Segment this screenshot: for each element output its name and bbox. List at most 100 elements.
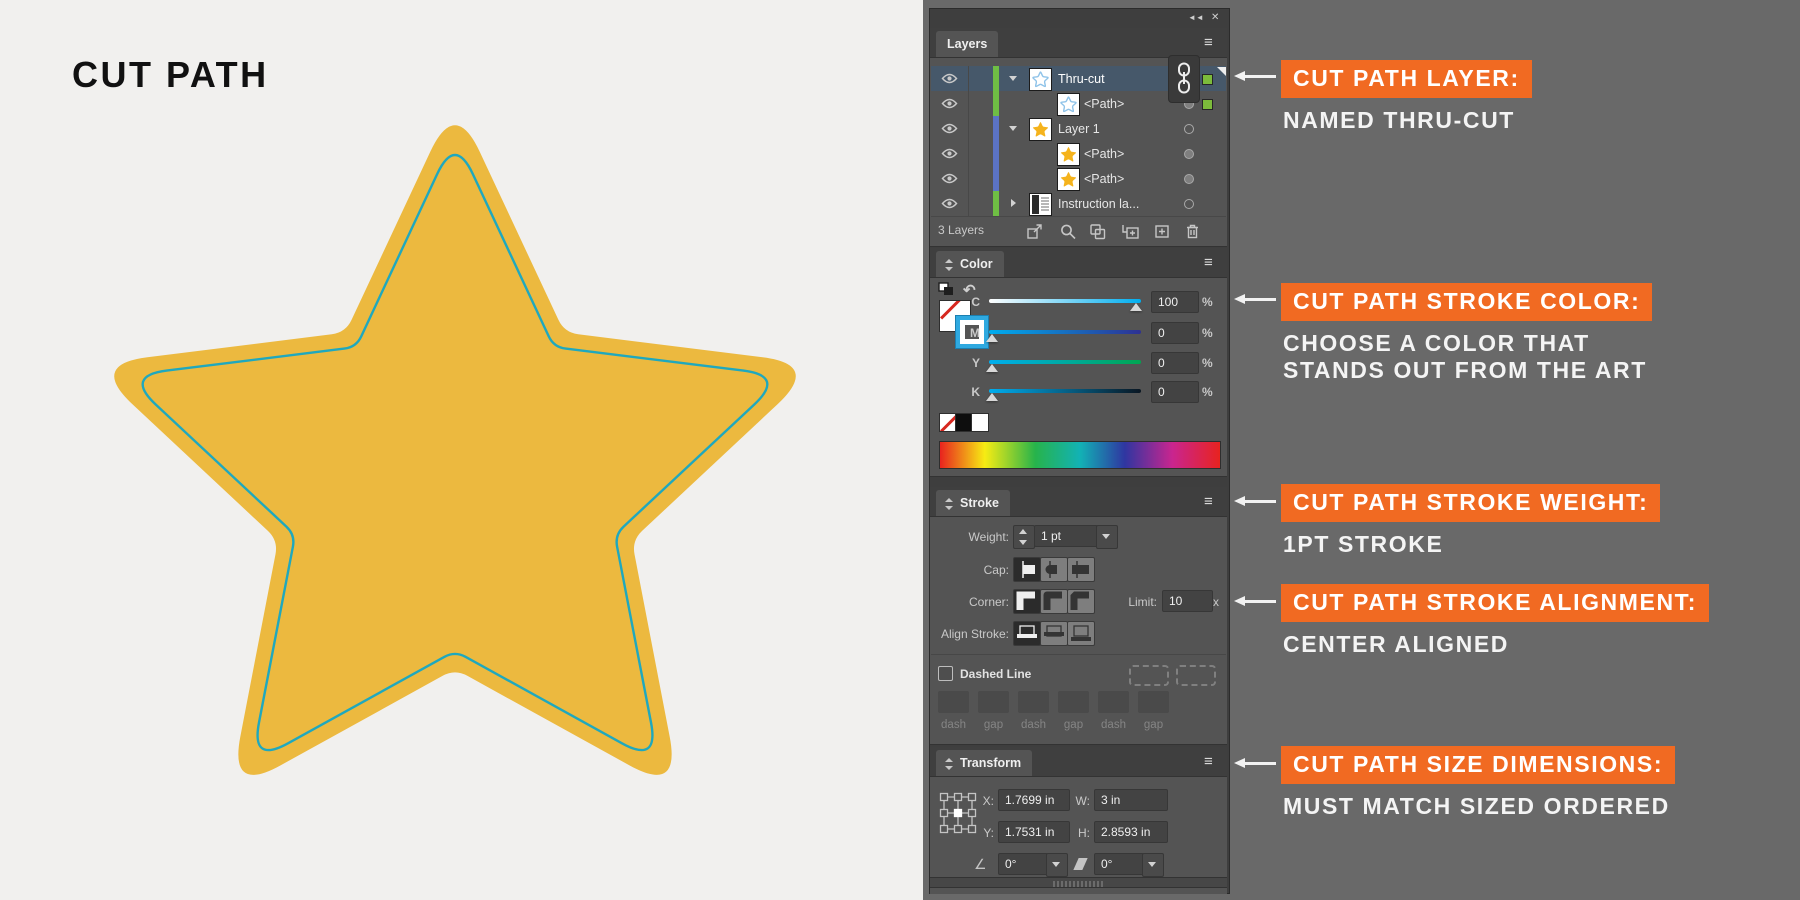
- layer-name[interactable]: Instruction la...: [1058, 197, 1139, 211]
- black-slider-handle[interactable]: [986, 393, 998, 401]
- reference-point-locator[interactable]: [938, 791, 978, 835]
- align-center-button[interactable]: [1013, 621, 1041, 646]
- annotation-stroke-alignment: CUT PATH STROKE ALIGNMENT: CENTER ALIGNE…: [1281, 584, 1709, 658]
- stroke-menu-icon[interactable]: ≡: [1204, 495, 1222, 509]
- tab-layers[interactable]: Layers: [936, 31, 998, 57]
- layers-menu-icon[interactable]: ≡: [1204, 36, 1222, 50]
- layer-name[interactable]: <Path>: [1084, 147, 1124, 161]
- target-circle-icon[interactable]: [1184, 199, 1194, 209]
- visibility-eye-icon[interactable]: [931, 116, 969, 141]
- layer-row-layer-1[interactable]: Layer 1: [931, 116, 1226, 142]
- new-sublayer-icon[interactable]: [1121, 223, 1141, 240]
- collapsed-chevron-icon[interactable]: [1011, 199, 1016, 207]
- swatch-white[interactable]: [971, 413, 989, 432]
- color-menu-icon[interactable]: ≡: [1204, 256, 1222, 270]
- x-label: X:: [974, 794, 994, 808]
- star-shape[interactable]: [114, 125, 796, 775]
- miter-limit-input[interactable]: 10: [1162, 590, 1213, 612]
- x-value-input[interactable]: 1.7699 in: [998, 789, 1070, 811]
- w-value-input[interactable]: 3 in: [1094, 789, 1168, 811]
- layer-thumbnail[interactable]: [1029, 118, 1052, 141]
- black-slider[interactable]: [989, 389, 1141, 393]
- constrain-proportions-link-icon[interactable]: [1168, 55, 1200, 103]
- rotate-value-input[interactable]: 0°: [998, 853, 1048, 875]
- shear-value-input[interactable]: 0°: [1094, 853, 1144, 875]
- clipping-mask-icon[interactable]: [1089, 223, 1109, 240]
- visibility-eye-icon[interactable]: [931, 191, 969, 216]
- new-layer-icon[interactable]: [1153, 223, 1173, 240]
- fill-stroke-mini-icon[interactable]: [938, 282, 954, 296]
- layer-row-instruction[interactable]: Instruction la...: [931, 191, 1226, 217]
- panel-collapse-icon[interactable]: [944, 758, 953, 770]
- dash-preserve-icon[interactable]: [1129, 665, 1169, 686]
- panel-collapse-icon[interactable]: [944, 259, 953, 271]
- dashed-line-checkbox[interactable]: [938, 666, 953, 681]
- corner-round-button[interactable]: [1040, 589, 1068, 614]
- dash-align-icon[interactable]: [1176, 665, 1216, 686]
- cyan-value-input[interactable]: 100: [1151, 291, 1199, 313]
- annotation-note: 1PT STROKE: [1281, 531, 1660, 558]
- layer-name[interactable]: <Path>: [1084, 97, 1124, 111]
- cyan-slider-handle[interactable]: [1130, 303, 1142, 311]
- gap-input-3[interactable]: [1138, 691, 1169, 713]
- dash-input-3[interactable]: [1098, 691, 1129, 713]
- align-outside-button[interactable]: [1067, 621, 1095, 646]
- collect-for-export-icon[interactable]: [1026, 223, 1046, 240]
- color-spectrum-bar[interactable]: [939, 441, 1221, 469]
- weight-dropdown[interactable]: [1096, 525, 1118, 549]
- transform-menu-icon[interactable]: ≡: [1204, 755, 1222, 769]
- visibility-eye-icon[interactable]: [931, 91, 969, 116]
- layer-thumbnail[interactable]: [1029, 68, 1052, 91]
- close-icon[interactable]: ✕: [1211, 12, 1219, 23]
- cap-projecting-button[interactable]: [1067, 557, 1095, 582]
- magenta-slider[interactable]: [989, 330, 1141, 334]
- layer-name[interactable]: Thru-cut: [1058, 72, 1105, 86]
- black-value-input[interactable]: 0: [1151, 381, 1199, 403]
- target-circle-icon[interactable]: [1184, 149, 1194, 159]
- corner-bevel-button[interactable]: [1067, 589, 1095, 614]
- delete-layer-trash-icon[interactable]: [1184, 223, 1204, 240]
- shear-dropdown[interactable]: [1142, 853, 1164, 877]
- magenta-value-input[interactable]: 0: [1151, 322, 1199, 344]
- layer-row-path-3[interactable]: <Path>: [931, 166, 1226, 192]
- layer-name[interactable]: Layer 1: [1058, 122, 1100, 136]
- layer-name[interactable]: <Path>: [1084, 172, 1124, 186]
- yellow-slider-handle[interactable]: [986, 364, 998, 372]
- layer-thumbnail[interactable]: [1029, 193, 1052, 216]
- layer-thumbnail[interactable]: [1057, 168, 1080, 191]
- expand-chevron-icon[interactable]: [1009, 76, 1017, 81]
- yellow-slider[interactable]: [989, 360, 1141, 364]
- y-value-input[interactable]: 1.7531 in: [998, 821, 1070, 843]
- visibility-eye-icon[interactable]: [931, 66, 969, 91]
- dash-input-2[interactable]: [1018, 691, 1049, 713]
- weight-stepper[interactable]: [1013, 525, 1035, 549]
- callout-arrow-icon: [1245, 762, 1276, 765]
- visibility-eye-icon[interactable]: [931, 141, 969, 166]
- target-circle-icon[interactable]: [1184, 124, 1194, 134]
- layer-thumbnail[interactable]: [1057, 143, 1080, 166]
- yellow-value-input[interactable]: 0: [1151, 352, 1199, 374]
- panel-collapse-icon[interactable]: [944, 498, 953, 510]
- magenta-slider-handle[interactable]: [986, 334, 998, 342]
- expand-chevron-icon[interactable]: [1009, 126, 1017, 131]
- cyan-slider[interactable]: [989, 299, 1141, 303]
- gap-input-2[interactable]: [1058, 691, 1089, 713]
- weight-value-input[interactable]: 1 pt: [1034, 525, 1098, 547]
- cap-butt-button[interactable]: [1013, 557, 1041, 582]
- annotation-highlight-label: CUT PATH LAYER:: [1281, 60, 1532, 98]
- annotation-stroke-weight: CUT PATH STROKE WEIGHT: 1PT STROKE: [1281, 484, 1660, 558]
- layer-row-path-2[interactable]: <Path>: [931, 141, 1226, 167]
- corner-miter-button[interactable]: [1013, 589, 1041, 614]
- layer-thumbnail[interactable]: [1057, 93, 1080, 116]
- rotate-dropdown[interactable]: [1046, 853, 1068, 877]
- align-inside-button[interactable]: [1040, 621, 1068, 646]
- visibility-eye-icon[interactable]: [931, 166, 969, 191]
- annotation-highlight-label: CUT PATH STROKE ALIGNMENT:: [1281, 584, 1709, 622]
- h-value-input[interactable]: 2.8593 in: [1094, 821, 1168, 843]
- collapse-panels-icon[interactable]: ◄◄: [1188, 13, 1204, 22]
- target-circle-icon[interactable]: [1184, 174, 1194, 184]
- locate-object-icon[interactable]: [1059, 223, 1079, 240]
- cap-round-button[interactable]: [1040, 557, 1068, 582]
- dash-input-1[interactable]: [938, 691, 969, 713]
- gap-input-1[interactable]: [978, 691, 1009, 713]
